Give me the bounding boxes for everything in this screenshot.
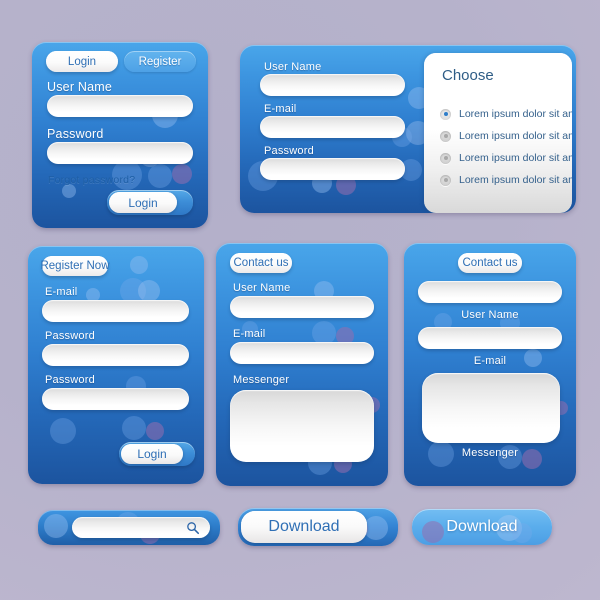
search-bar (38, 510, 220, 545)
bokeh-circle (138, 280, 160, 302)
ui-kit-canvas: Login Register User Name Password Forgot… (0, 0, 600, 600)
radio-icon-selected[interactable] (440, 108, 451, 120)
label-messenger: Messenger (461, 447, 519, 459)
choose-form-panel: User Name E-mail Password Choose Lorem i… (240, 45, 576, 213)
label-password-1: Password (45, 330, 95, 342)
bokeh-circle (122, 416, 146, 440)
download-secondary-label: Download (446, 518, 518, 535)
input-password-2[interactable] (42, 388, 189, 410)
radio-option-4[interactable]: Lorem ipsum dolor sit amet (440, 174, 572, 186)
input-user-name[interactable] (418, 281, 562, 303)
input-user-name[interactable] (260, 74, 405, 96)
input-messenger[interactable] (422, 373, 560, 443)
register-submit-label: Login (137, 447, 167, 461)
search-input[interactable] (72, 517, 210, 538)
bokeh-circle (130, 256, 148, 274)
input-email[interactable] (42, 300, 189, 322)
login-submit-label: Login (128, 195, 158, 210)
label-email: E-mail (233, 328, 266, 340)
tab-login[interactable]: Login (46, 51, 118, 72)
forgot-password-link[interactable]: Forgot password? (48, 174, 135, 186)
bokeh-circle-purple (422, 521, 444, 543)
tab-contact-us-label: Contact us (462, 257, 518, 269)
contact-panel-labels-above: Contact us User Name E-mail Messenger (216, 243, 388, 486)
choose-options-panel: Choose Lorem ipsum dolor sit amet Lorem … (424, 53, 572, 213)
radio-option-4-label: Lorem ipsum dolor sit amet (459, 174, 572, 186)
login-panel: Login Register User Name Password Forgot… (32, 42, 208, 228)
download-primary-pill[interactable]: Download (241, 511, 367, 543)
input-email[interactable] (260, 116, 405, 138)
login-submit-pill[interactable]: Login (109, 192, 177, 213)
tab-register-label: Register (138, 55, 182, 68)
label-password: Password (264, 145, 314, 157)
label-password: Password (47, 127, 104, 141)
choose-title: Choose (442, 67, 494, 84)
radio-option-3-label: Lorem ipsum dolor sit amet (459, 152, 572, 164)
label-email: E-mail (264, 103, 297, 115)
tab-contact-us-label: Contact us (233, 257, 289, 269)
radio-icon[interactable] (440, 130, 451, 142)
download-button-secondary[interactable]: Download (412, 509, 552, 545)
input-password[interactable] (260, 158, 405, 180)
tab-login-label: Login (67, 55, 97, 68)
login-submit-button[interactable]: Login (107, 190, 193, 215)
radio-option-1-label: Lorem ipsum dolor sit amet (459, 108, 572, 120)
radio-option-2[interactable]: Lorem ipsum dolor sit amet (440, 130, 572, 142)
tab-contact-us[interactable]: Contact us (230, 253, 292, 273)
radio-option-1[interactable]: Lorem ipsum dolor sit amet (440, 108, 572, 120)
radio-icon[interactable] (440, 152, 451, 164)
register-panel: Register Now E-mail Password Password Lo… (28, 246, 204, 484)
tab-register-now[interactable]: Register Now (40, 256, 110, 276)
download-primary-label: Download (268, 518, 340, 535)
label-user-name: User Name (461, 309, 519, 321)
label-password-2: Password (45, 374, 95, 386)
input-user-name[interactable] (47, 95, 193, 117)
radio-option-3[interactable]: Lorem ipsum dolor sit amet (440, 152, 572, 164)
input-password-1[interactable] (42, 344, 189, 366)
bokeh-circle (364, 516, 388, 540)
input-user-name[interactable] (230, 296, 374, 318)
tab-contact-us[interactable]: Contact us (458, 253, 522, 273)
register-submit-pill[interactable]: Login (121, 444, 183, 464)
label-user-name: User Name (233, 282, 291, 294)
bokeh-circle-purple (146, 422, 164, 440)
tab-register-now-label: Register Now (40, 260, 110, 272)
input-email[interactable] (230, 342, 374, 364)
label-messenger: Messenger (233, 374, 290, 386)
bokeh-circle (62, 184, 76, 198)
tab-register[interactable]: Register (124, 51, 196, 72)
label-user-name: User Name (47, 80, 113, 94)
input-email[interactable] (418, 327, 562, 349)
label-email: E-mail (473, 355, 507, 367)
input-messenger[interactable] (230, 390, 374, 462)
bokeh-circle-purple (172, 164, 192, 184)
bokeh-circle (44, 514, 68, 538)
input-password[interactable] (47, 142, 193, 164)
register-submit-button[interactable]: Login (119, 442, 195, 466)
radio-option-2-label: Lorem ipsum dolor sit amet (459, 130, 572, 142)
contact-panel-labels-below: Contact us User Name E-mail Messenger (404, 243, 576, 486)
bokeh-circle (50, 418, 76, 444)
label-email: E-mail (45, 286, 78, 298)
bokeh-circle (148, 164, 172, 188)
radio-icon[interactable] (440, 174, 451, 186)
label-user-name: User Name (264, 61, 322, 73)
download-button-primary[interactable]: Download (238, 508, 398, 546)
